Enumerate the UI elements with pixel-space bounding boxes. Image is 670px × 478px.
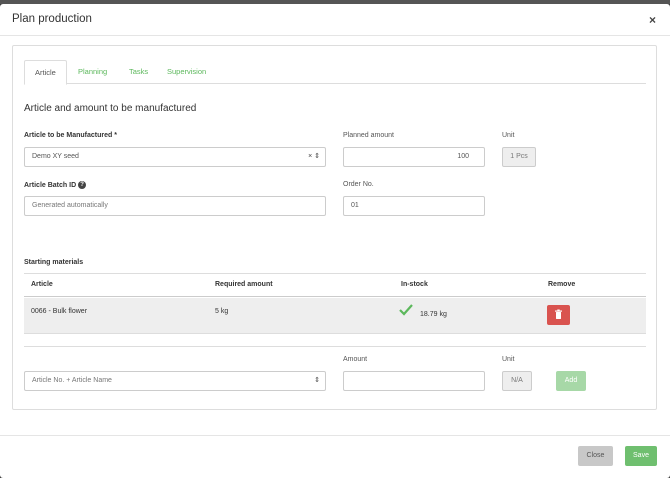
section-title: Article and amount to be manufactured [24,103,197,114]
article-panel: Article Planning Tasks Supervision Artic… [12,45,657,410]
planned-amount-label: Planned amount [343,132,394,139]
chevron-updown-icon[interactable]: ⇕ [314,372,320,390]
clear-and-chevron-icon[interactable]: × ⇕ [308,148,320,166]
footer-divider [0,435,670,436]
tab-article[interactable]: Article [24,60,67,85]
order-no-input[interactable]: 01 [343,196,485,216]
col-required-amount: Required amount [215,281,273,288]
amount-input[interactable] [343,371,485,391]
batch-label: Article Batch ID ? [24,181,87,189]
help-icon[interactable]: ? [78,181,87,189]
row-stock: 18.79 kg [420,311,447,318]
add-unit-field: N/A [502,371,532,391]
planned-amount-input[interactable]: 100 [343,147,485,167]
divider [24,346,646,347]
required-mark: * [114,132,117,139]
close-button[interactable]: Close [578,446,613,466]
unit-label: Unit [502,132,515,139]
add-unit-label: Unit [502,356,515,363]
article-search-select[interactable]: Article No. + Article Name ⇕ [24,371,326,391]
add-button[interactable]: Add [556,371,586,391]
plan-production-modal: Plan production × Article Planning Tasks… [0,4,670,478]
unit-field: 1 Pcs [502,147,536,167]
table-row: 0066 - Bulk flower 5 kg 18.79 kg [24,298,646,334]
batch-label-text: Article Batch ID [24,181,77,189]
tab-supervision[interactable]: Supervision [157,60,216,84]
tab-bar: Article Planning Tasks Supervision [24,60,646,85]
tab-tasks[interactable]: Tasks [119,60,158,84]
save-button[interactable]: Save [625,446,657,466]
batch-id-input[interactable]: Generated automatically [24,196,326,216]
amount-label: Amount [343,356,368,363]
modal-title: Plan production [12,13,92,25]
row-article: 0066 - Bulk flower [31,308,88,315]
col-in-stock: In-stock [401,281,428,288]
order-no-label: Order No. [343,181,374,188]
article-select-value: Demo XY seed [32,153,79,160]
in-stock-check-icon [399,304,413,316]
article-label: Article to be Manufactured * [24,132,117,139]
article-label-text: Article to be Manufactured [24,132,113,139]
starting-materials-title: Starting materials [24,259,84,266]
col-article: Article [31,281,53,288]
remove-button[interactable] [547,305,570,325]
close-icon[interactable]: × [649,13,656,27]
materials-table-header: Article Required amount In-stock Remove [24,273,646,297]
row-required: 5 kg [215,308,229,315]
trash-icon [555,309,562,319]
tab-planning[interactable]: Planning [68,60,117,84]
article-select[interactable]: Demo XY seed × ⇕ [24,147,326,167]
modal-header: Plan production × [0,4,670,36]
col-remove: Remove [548,281,576,288]
article-search-placeholder: Article No. + Article Name [32,377,112,384]
